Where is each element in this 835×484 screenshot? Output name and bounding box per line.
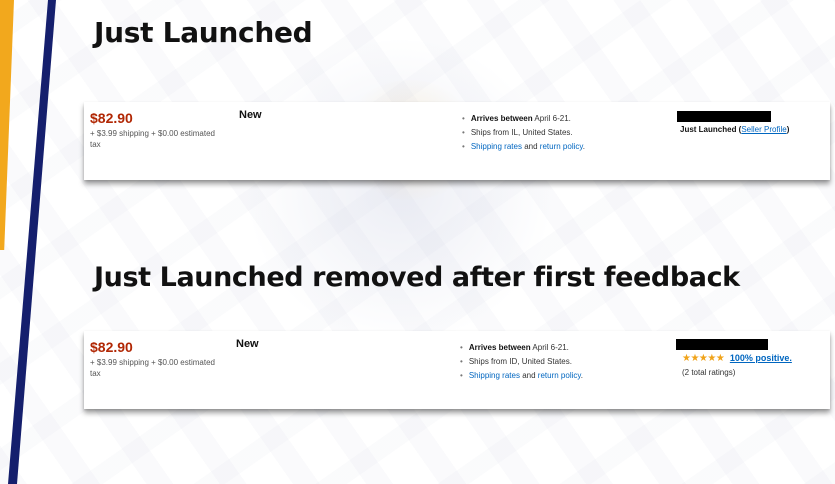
ships-from: Ships from IL, United States. bbox=[462, 126, 585, 140]
heading-just-launched: Just Launched bbox=[94, 16, 313, 49]
item-condition: New bbox=[236, 338, 259, 350]
just-launched-badge: Just Launched bbox=[680, 125, 737, 134]
shipping-rates-link[interactable]: Shipping rates bbox=[471, 142, 522, 151]
positive-feedback-link[interactable]: 100% positive. bbox=[730, 353, 792, 363]
policy-links: Shipping rates and return policy. bbox=[460, 369, 583, 383]
shipping-cost: + $3.99 shipping + $0.00 estimated tax bbox=[90, 358, 215, 378]
policy-links: Shipping rates and return policy. bbox=[462, 140, 585, 154]
item-condition: New bbox=[239, 109, 262, 121]
return-policy-link[interactable]: return policy bbox=[540, 142, 583, 151]
ships-from: Ships from ID, United States. bbox=[460, 355, 583, 369]
seller-rating: ★★★★★ 100% positive. bbox=[682, 353, 792, 364]
redacted-seller-name bbox=[676, 339, 768, 350]
redacted-seller-name bbox=[677, 111, 771, 122]
arrival-window: Arrives between April 6-21. bbox=[460, 341, 583, 355]
seller-profile-link[interactable]: Seller Profile bbox=[741, 125, 786, 134]
shipping-cost: + $3.99 shipping + $0.00 estimated tax bbox=[90, 129, 215, 149]
delivery-info-list: Arrives between April 6-21. Ships from I… bbox=[462, 112, 585, 154]
offer-price: $82.90 bbox=[90, 339, 133, 355]
seller-info: Just Launched (Seller Profile) bbox=[680, 125, 790, 134]
heading-removed-after-feedback: Just Launched removed after first feedba… bbox=[94, 262, 740, 293]
total-ratings: (2 total ratings) bbox=[682, 368, 736, 377]
delivery-info-list: Arrives between April 6-21. Ships from I… bbox=[460, 341, 583, 383]
star-rating-icon: ★★★★★ bbox=[682, 353, 725, 364]
shipping-rates-link[interactable]: Shipping rates bbox=[469, 371, 520, 380]
offer-listing-just-launched: $82.90 + $3.99 shipping + $0.00 estimate… bbox=[84, 102, 830, 180]
arrival-window: Arrives between April 6-21. bbox=[462, 112, 585, 126]
offer-listing-rated: $82.90 + $3.99 shipping + $0.00 estimate… bbox=[84, 331, 830, 409]
offer-price: $82.90 bbox=[90, 110, 133, 126]
return-policy-link[interactable]: return policy bbox=[538, 371, 581, 380]
